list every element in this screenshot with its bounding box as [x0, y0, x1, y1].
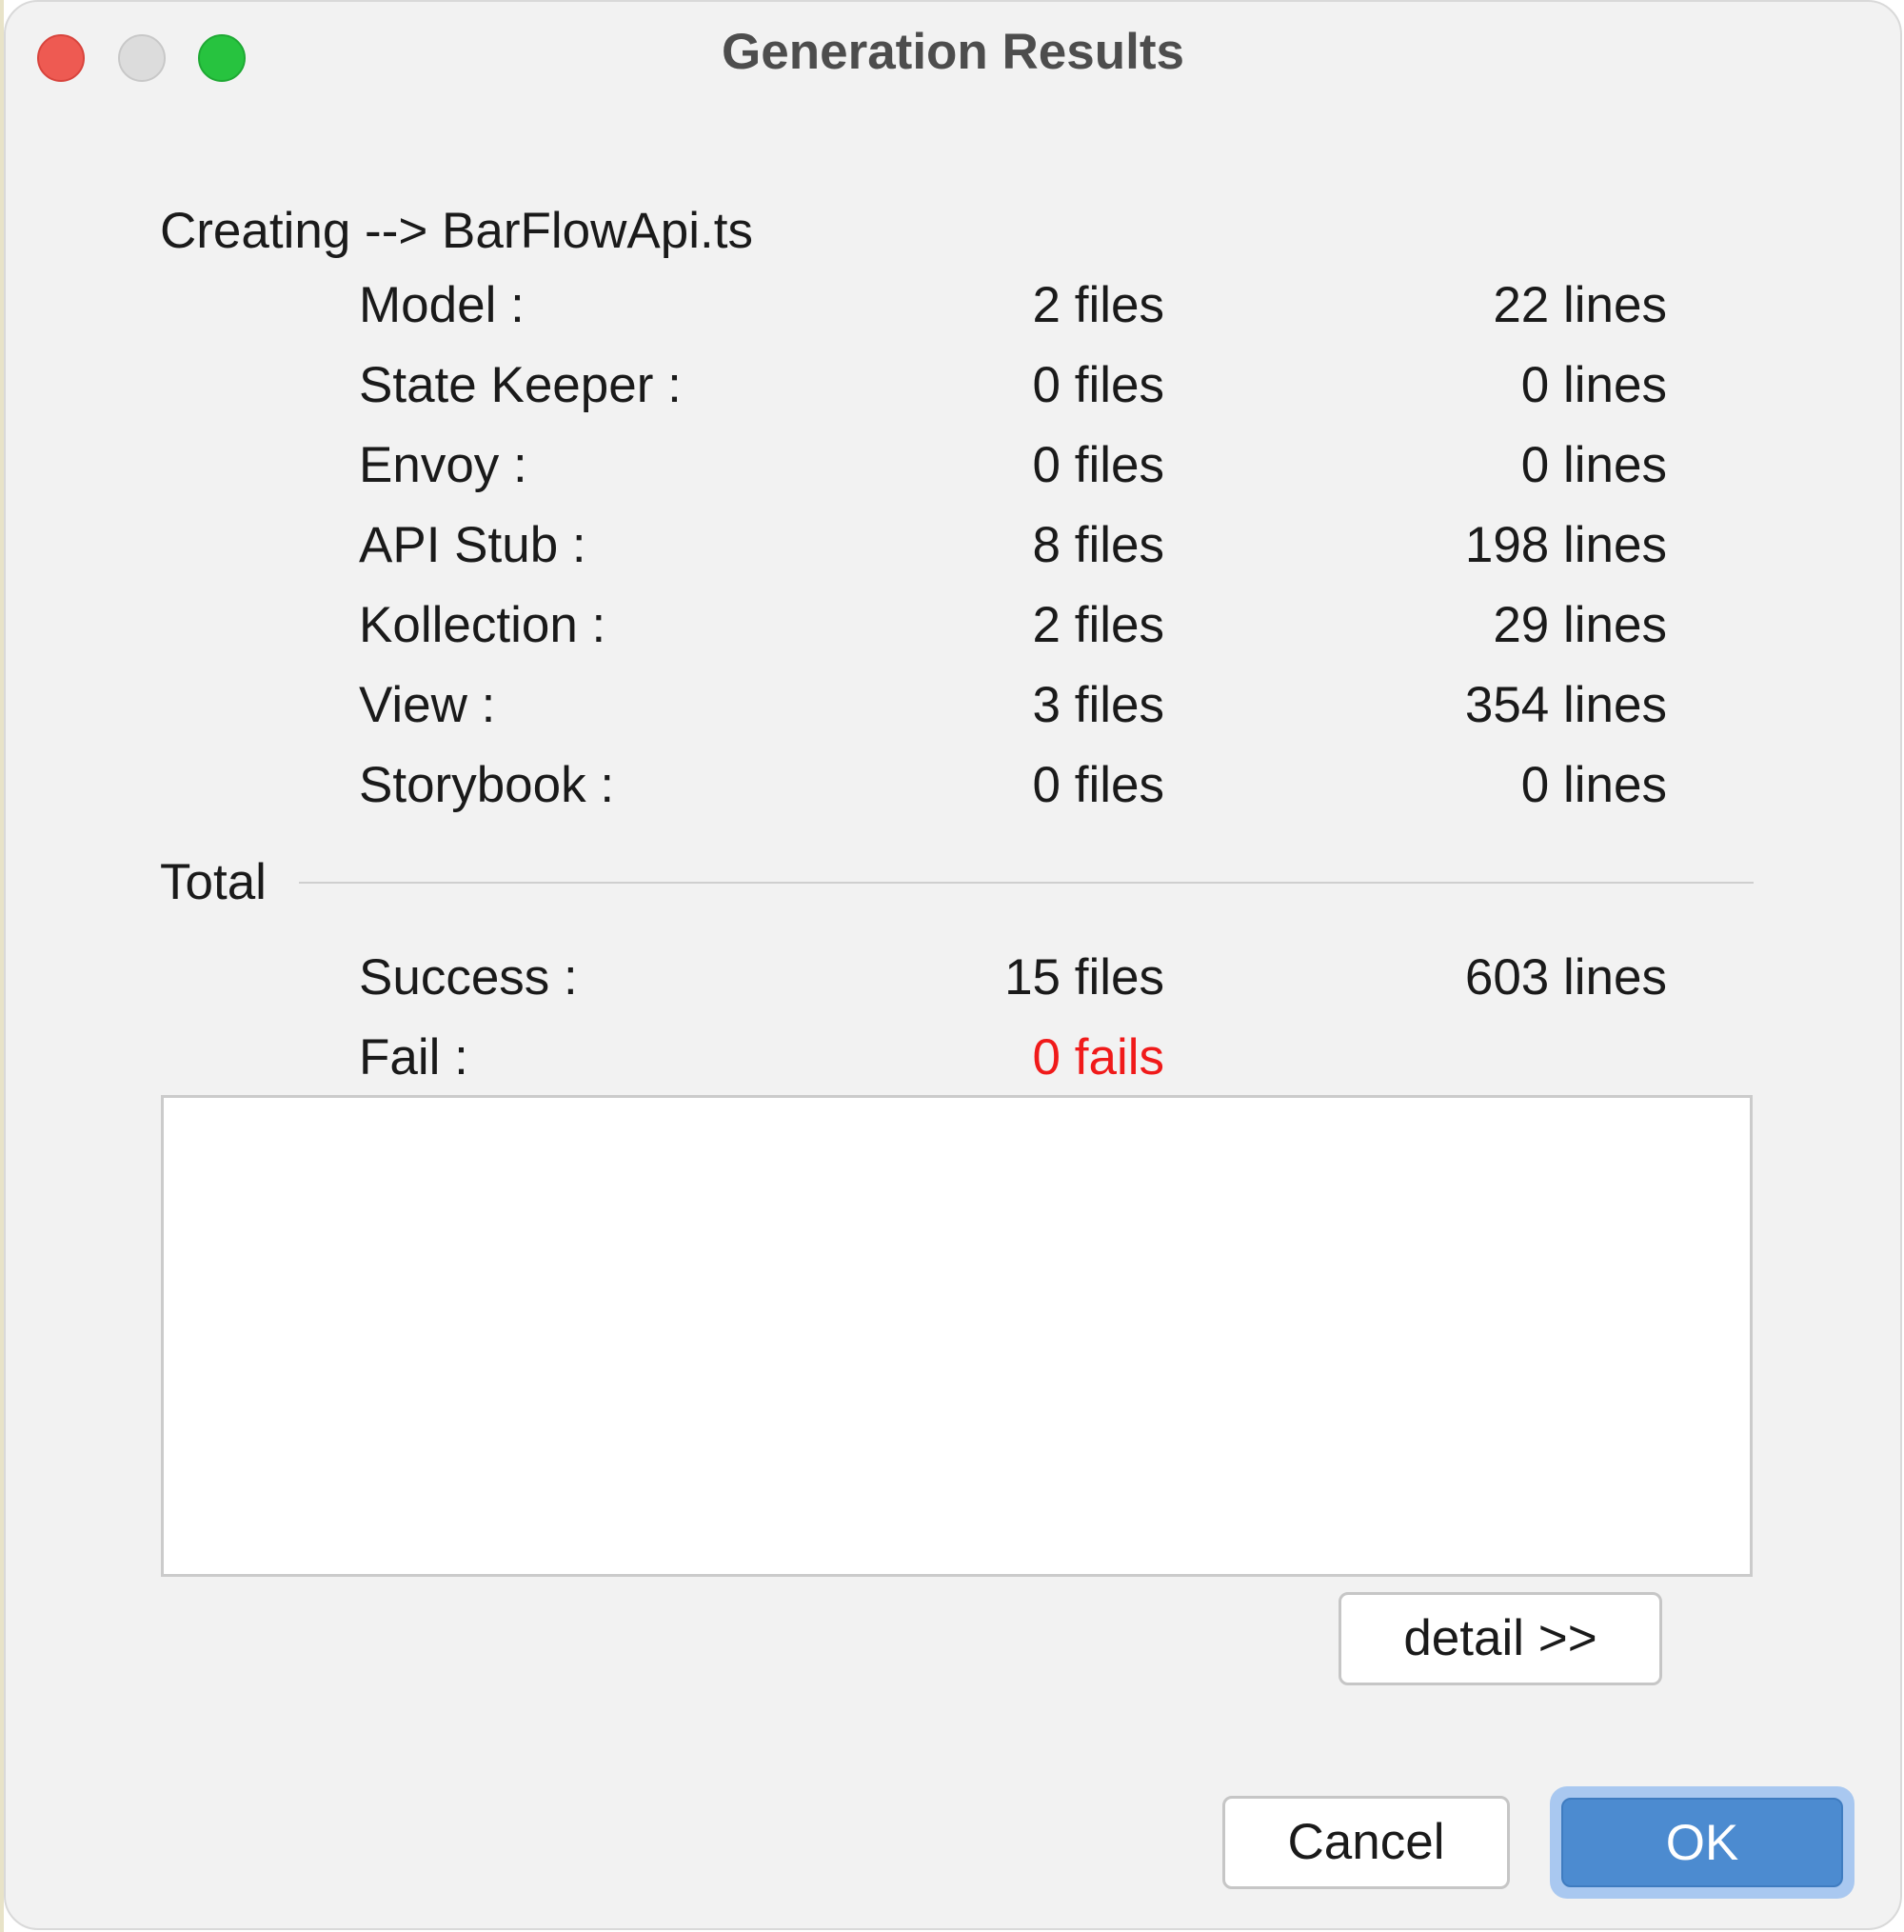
- details-text-area[interactable]: [161, 1095, 1753, 1577]
- success-files: 15 files: [1004, 949, 1164, 1006]
- row-label-envoy: Envoy :: [359, 437, 527, 493]
- row-files-envoy: 0 files: [1032, 437, 1164, 493]
- row-label-kollection: Kollection :: [359, 597, 606, 653]
- row-files-storybook: 0 files: [1032, 757, 1164, 813]
- ok-button[interactable]: OK: [1561, 1798, 1843, 1887]
- fail-label: Fail :: [359, 1029, 468, 1086]
- row-label-model: Model :: [359, 277, 525, 333]
- total-separator: [299, 882, 1754, 884]
- row-lines-storybook: 0 lines: [1520, 757, 1667, 813]
- row-label-view: View :: [359, 677, 496, 733]
- detail-button[interactable]: detail >>: [1339, 1592, 1662, 1685]
- row-lines-kollection: 29 lines: [1493, 597, 1667, 653]
- row-lines-state-keeper: 0 lines: [1520, 357, 1667, 413]
- row-files-view: 3 files: [1032, 677, 1164, 733]
- row-files-state-keeper: 0 files: [1032, 357, 1164, 413]
- row-label-state-keeper: State Keeper :: [359, 357, 682, 413]
- total-section-label: Total: [160, 854, 267, 910]
- row-files-api-stub: 8 files: [1032, 517, 1164, 573]
- generation-results-dialog: Generation Results Creating --> BarFlowA…: [4, 0, 1902, 1930]
- row-lines-model: 22 lines: [1493, 277, 1667, 333]
- creating-target-text: Creating --> BarFlowApi.ts: [160, 203, 753, 259]
- cancel-button[interactable]: Cancel: [1222, 1796, 1510, 1889]
- row-lines-view: 354 lines: [1464, 677, 1667, 733]
- row-label-api-stub: API Stub :: [359, 517, 586, 573]
- fail-count: 0 fails: [1032, 1029, 1164, 1086]
- row-lines-api-stub: 198 lines: [1464, 517, 1667, 573]
- success-label: Success :: [359, 949, 578, 1006]
- row-files-kollection: 2 files: [1032, 597, 1164, 653]
- row-lines-envoy: 0 lines: [1520, 437, 1667, 493]
- success-lines: 603 lines: [1464, 949, 1667, 1006]
- row-files-model: 2 files: [1032, 277, 1164, 333]
- row-label-storybook: Storybook :: [359, 757, 615, 813]
- dialog-title: Generation Results: [722, 24, 1184, 80]
